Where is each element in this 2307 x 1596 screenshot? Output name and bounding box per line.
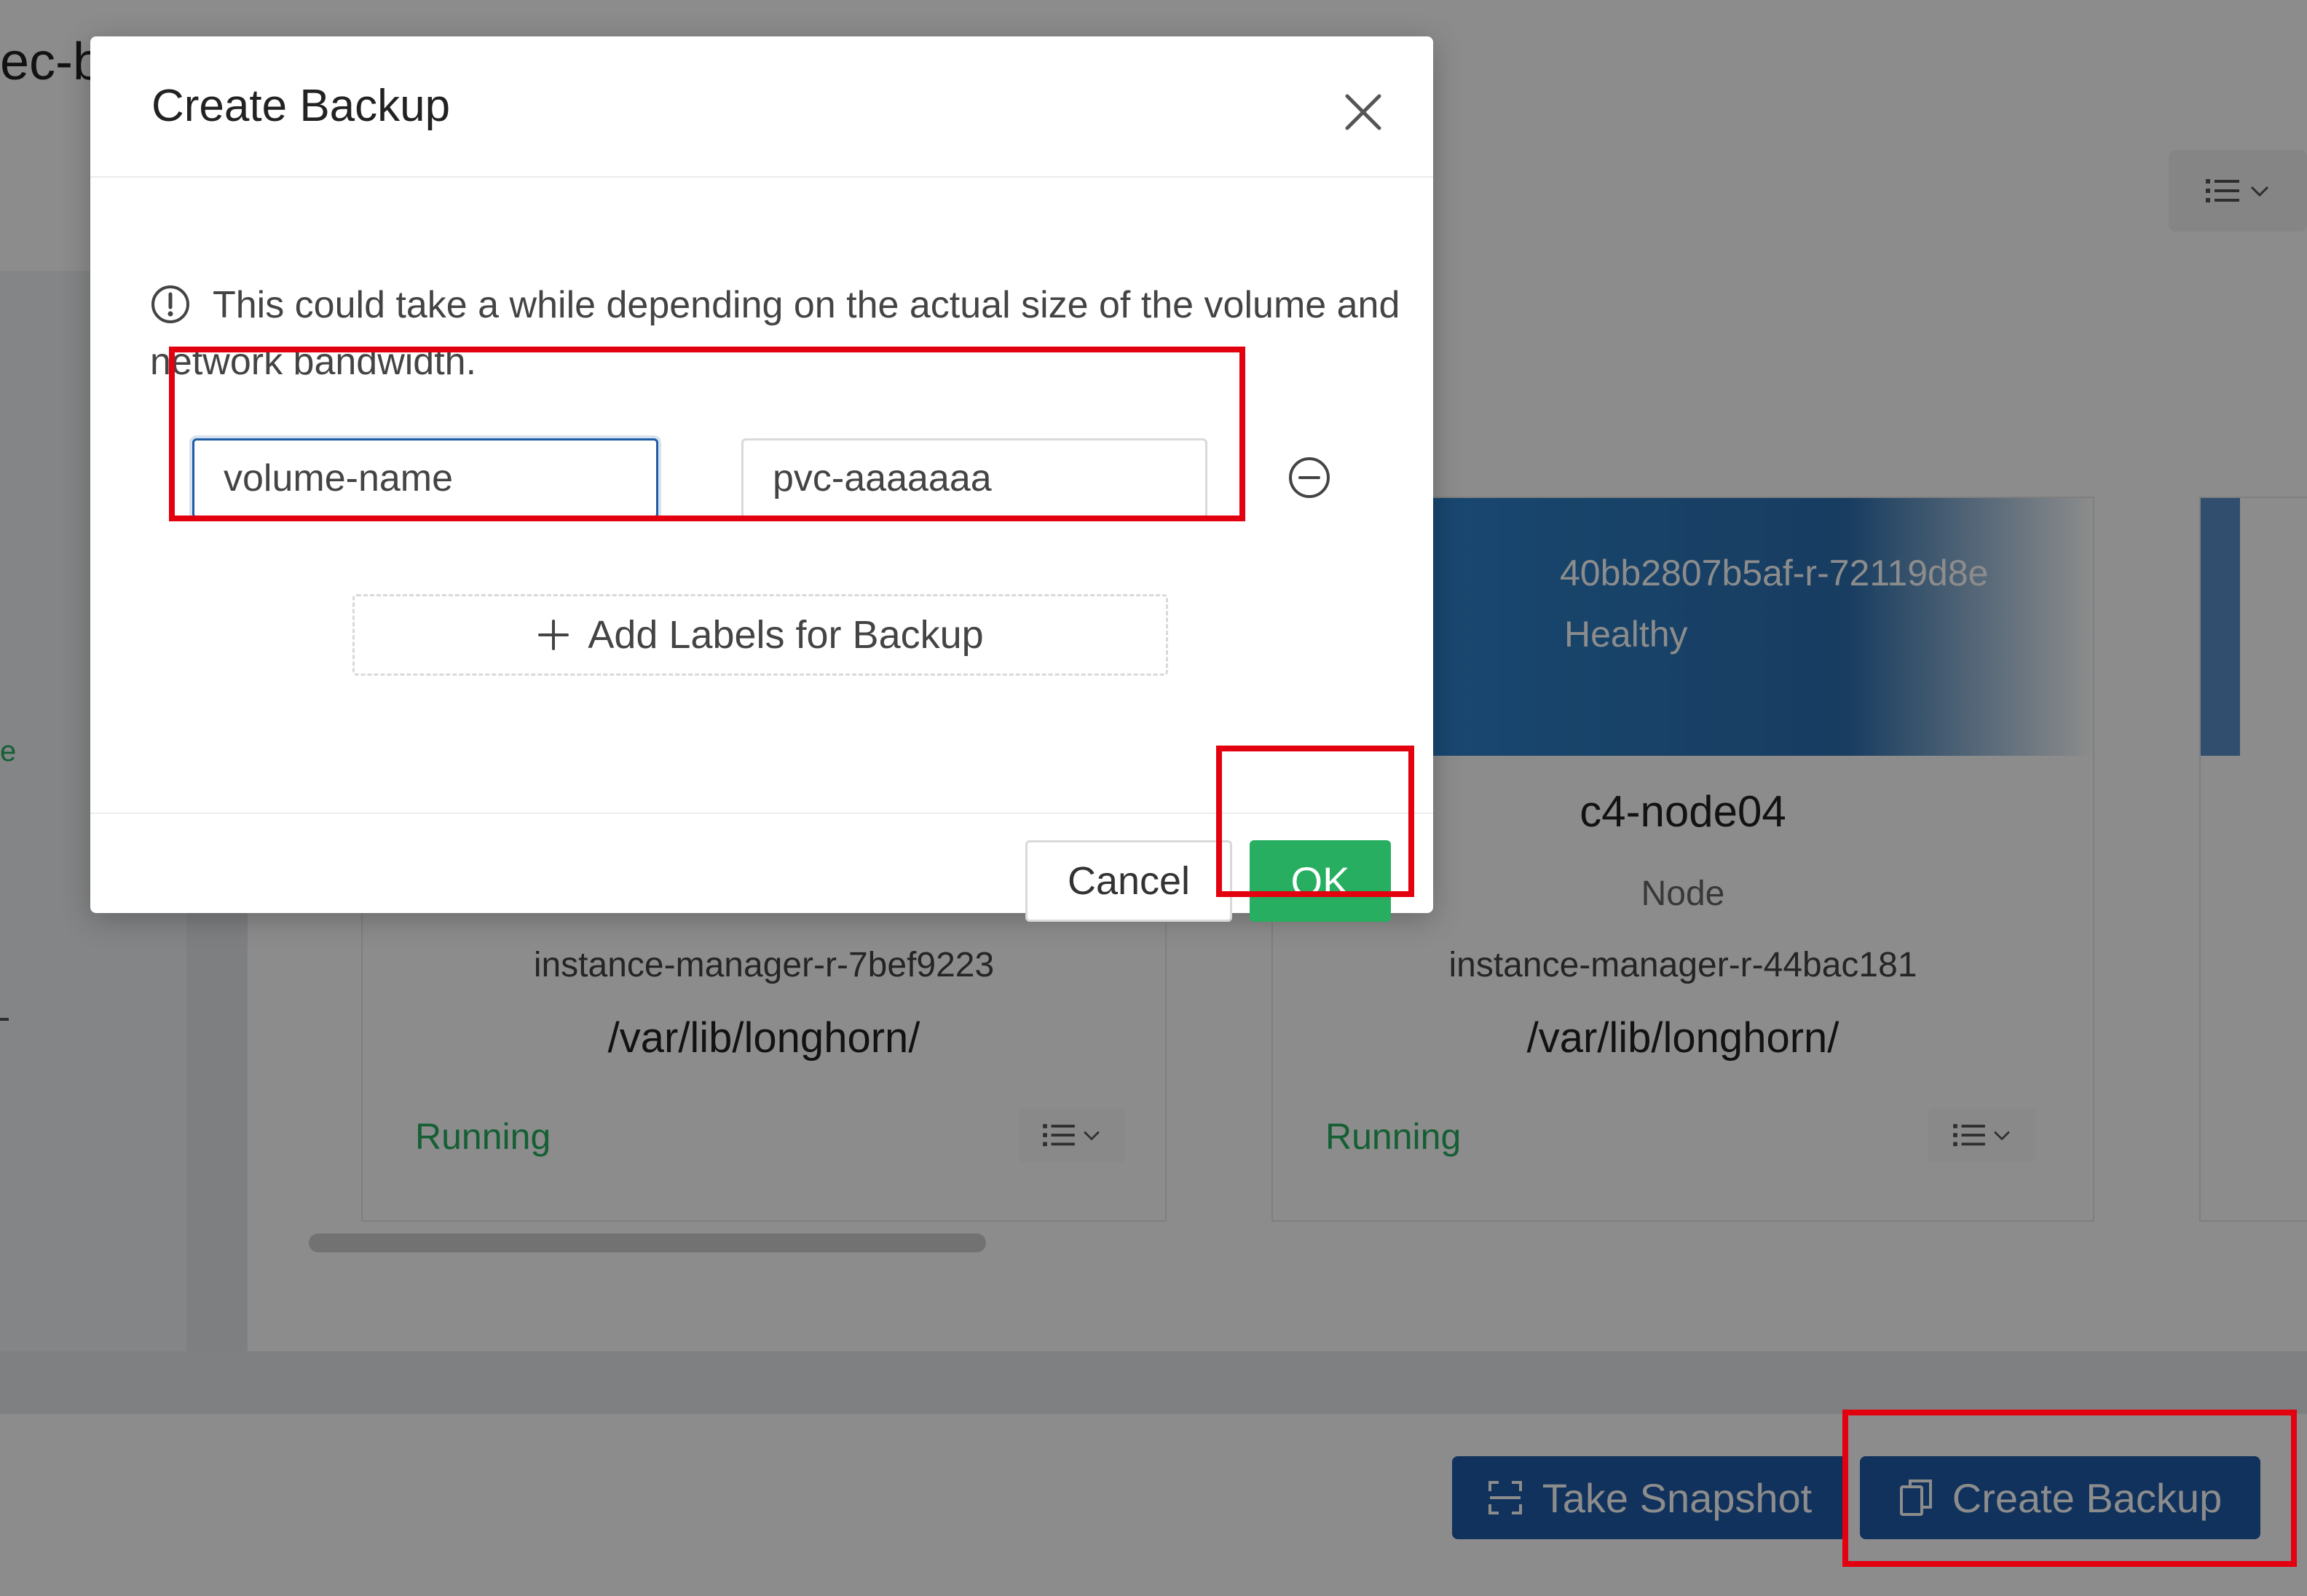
close-icon[interactable] xyxy=(1336,84,1391,140)
highlight-box-label-fields xyxy=(169,347,1245,521)
cancel-button[interactable]: Cancel xyxy=(1025,840,1232,922)
add-labels-button[interactable]: Add Labels for Backup xyxy=(352,594,1168,676)
plus-icon xyxy=(538,620,569,650)
highlight-box-ok xyxy=(1216,746,1414,897)
modal-header: Create Backup xyxy=(90,36,1433,178)
modal-title: Create Backup xyxy=(151,81,451,131)
minus-circle-icon[interactable] xyxy=(1287,456,1331,499)
exclamation-circle-icon xyxy=(151,285,189,323)
add-labels-label: Add Labels for Backup xyxy=(588,613,984,657)
highlight-box-create-backup xyxy=(1842,1410,2297,1567)
